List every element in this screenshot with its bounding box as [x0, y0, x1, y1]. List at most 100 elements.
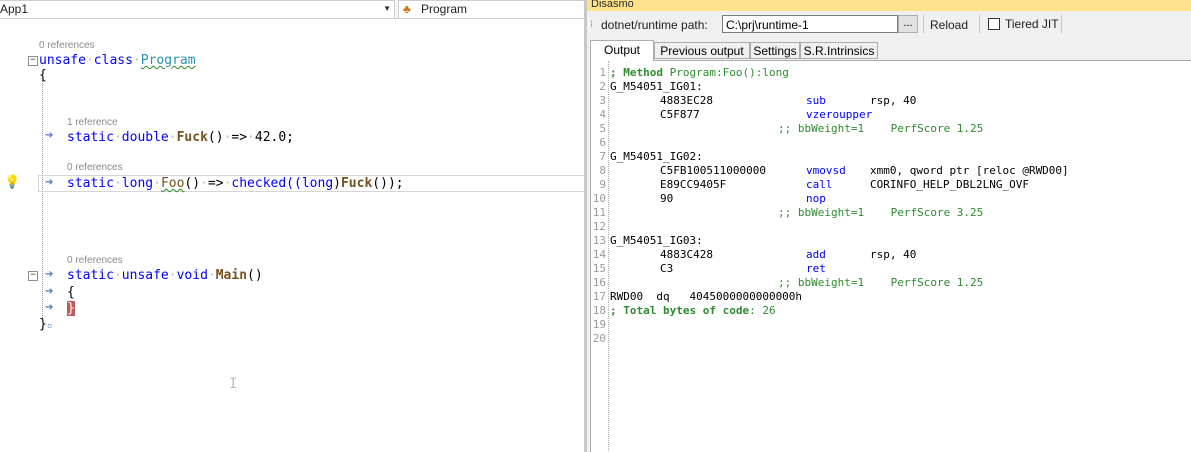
asm-opcode: sub: [806, 94, 826, 107]
arrow-right-icon: ➔: [45, 177, 54, 188]
asm-operands: rsp, 40: [870, 94, 917, 107]
line-number: 17: [592, 290, 606, 303]
collapse-toggle[interactable]: −: [28, 56, 38, 66]
asm-output-panel[interactable]: 1 2 3 4 5 6 7 8 9 10 11 12 13 14 15 16 1…: [590, 60, 1191, 452]
browse-button[interactable]: ...: [898, 15, 918, 33]
keyword: static: [67, 176, 114, 191]
asm-data: RWD00 dq 4045000000000000h: [610, 290, 803, 303]
asm-hex: 4883EC28: [660, 94, 713, 107]
code-editor[interactable]: App1 ▼ ♣ Program 0 references − unsafe·c…: [0, 0, 584, 452]
asm-hex: C5F877: [660, 108, 700, 121]
window-title: Disasmo: [587, 0, 1191, 11]
asm-operands: xmm0, qword ptr [reloc @RWD00]: [870, 164, 1069, 177]
tab-previous-output[interactable]: Previous output: [654, 42, 750, 59]
parens: (): [184, 176, 201, 191]
brace: }: [39, 317, 47, 332]
class-name: Program: [140, 53, 196, 68]
line-number: 6: [599, 136, 606, 149]
toolbar-separator: [1061, 15, 1062, 33]
asm-comment: ; Total bytes of code: [610, 304, 750, 317]
parens: (): [247, 268, 263, 283]
project-dropdown[interactable]: App1 ▼: [0, 0, 395, 19]
tab-sr-intrinsics[interactable]: S.R.Intrinsics: [800, 42, 878, 59]
keyword: long: [121, 176, 154, 191]
code-line-fuck-method[interactable]: static·double·Fuck()·=>·42.0;: [67, 129, 294, 146]
method-name: Main: [215, 268, 248, 283]
line-number: 14: [592, 248, 606, 261]
keyword: static: [67, 130, 114, 145]
lightbulb-icon[interactable]: 💡: [4, 175, 20, 190]
line-number: 3: [599, 94, 606, 107]
arrow-right-icon: ➔: [45, 302, 54, 313]
line-number-gutter: 1 2 3 4 5 6 7 8 9 10 11 12 13 14 15 16 1…: [591, 61, 609, 452]
asm-label: G_M54051_IG03:: [610, 234, 703, 247]
code-line-foo-method[interactable]: static·long·Foo()·=>·checked((long)Fuck(…: [67, 175, 404, 192]
line-number: 16: [592, 276, 606, 289]
codelens-references[interactable]: 0 references: [67, 255, 123, 266]
grip-icon[interactable]: ⁞: [590, 19, 593, 30]
line-number: 13: [592, 234, 606, 247]
asm-comment: ;; bbWeight=1 PerfScore 1.25: [778, 122, 984, 135]
asm-opcode: add: [806, 248, 826, 261]
parens: (): [207, 130, 224, 145]
arrow-right-icon: ➔: [45, 286, 54, 297]
line-number: 1: [599, 66, 606, 79]
asm-comment: ;; bbWeight=1 PerfScore 1.25: [778, 276, 984, 289]
code-line-main-brace-open[interactable]: {: [67, 284, 75, 301]
asm-opcode: vzeroupper: [806, 108, 873, 121]
asm-opcode: nop: [806, 192, 826, 205]
codelens-references[interactable]: 0 references: [67, 162, 123, 173]
line-number: 19: [592, 318, 606, 331]
keyword: long: [301, 176, 334, 191]
asm-comment: Program:Foo():long: [662, 66, 789, 79]
method-call: Fuck: [340, 176, 373, 191]
line-number: 4: [599, 108, 606, 121]
codelens-references[interactable]: 0 references: [39, 40, 95, 51]
line-number: 20: [592, 332, 606, 345]
chevron-down-icon[interactable]: ▼: [383, 1, 391, 17]
line-number: 2: [599, 80, 606, 93]
reload-button[interactable]: Reload: [930, 18, 968, 32]
collapse-toggle[interactable]: −: [28, 271, 38, 281]
asm-opcode: ret: [806, 262, 826, 275]
asm-line: ; Total bytes of code: 26: [610, 304, 776, 318]
asm-hex: C5FB100511000000: [660, 164, 766, 177]
line-number: 9: [599, 178, 606, 191]
line-number: 10: [592, 192, 606, 205]
keyword: unsafe: [121, 268, 169, 283]
codelens-references[interactable]: 1 reference: [67, 117, 118, 128]
keyword: void: [176, 268, 208, 283]
parens: ): [333, 176, 341, 191]
line-number: 15: [592, 262, 606, 275]
keyword: static: [67, 268, 114, 283]
brace: {: [67, 285, 75, 300]
tab-output[interactable]: Output: [590, 40, 654, 61]
tiered-jit-label[interactable]: Tiered JIT: [1005, 17, 1059, 31]
asm-line: ; Method Program:Foo():long: [610, 66, 789, 80]
navigation-bar: App1 ▼ ♣ Program: [0, 0, 584, 19]
arrow-right-icon: ➔: [45, 269, 54, 280]
asm-opcode: call: [806, 178, 833, 191]
code-line-class[interactable]: unsafe·class·Program: [39, 52, 196, 69]
line-number: 7: [599, 150, 606, 163]
class-icon: ♣: [403, 2, 411, 16]
keyword: double: [121, 130, 169, 145]
tab-settings[interactable]: Settings: [750, 42, 800, 59]
matched-brace: }: [67, 301, 75, 316]
tiered-jit-checkbox[interactable]: [988, 18, 1000, 30]
code-line-main-method[interactable]: static·unsafe·void·Main(): [67, 267, 263, 284]
code-line-class-brace-close[interactable]: }▫: [39, 316, 52, 333]
line-number: 12: [592, 220, 606, 233]
literal: 42.0;: [254, 130, 295, 145]
asm-opcode: vmovsd: [806, 164, 846, 177]
parens: ());: [372, 176, 404, 191]
toolbar-separator: [923, 15, 924, 33]
code-line-main-brace-close[interactable]: }: [67, 300, 75, 317]
disasmo-window: Disasmo ⁞ dotnet/runtime path: C:\prj\ru…: [587, 0, 1191, 452]
code-line-brace[interactable]: {: [39, 67, 47, 84]
asm-hex: 4883C428: [660, 248, 713, 261]
project-dropdown-value: App1: [0, 2, 29, 16]
class-dropdown[interactable]: ♣ Program: [398, 0, 584, 19]
runtime-path-input[interactable]: C:\prj\runtime-1: [722, 15, 898, 33]
keyword: checked((: [231, 176, 302, 191]
